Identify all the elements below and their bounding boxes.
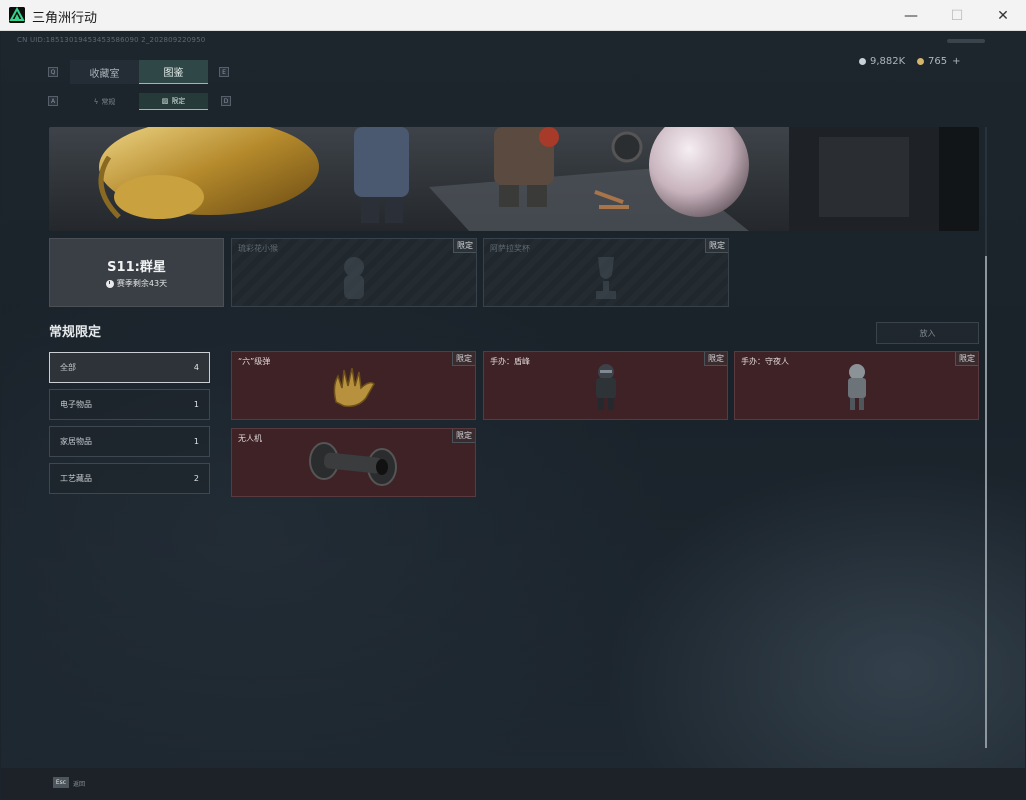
golden-hand-icon [333,367,375,408]
key-hint-q: Q [48,67,58,77]
add-currency-icon[interactable]: + [952,56,960,67]
close-button[interactable]: ✕ [980,0,1026,31]
category-electronics[interactable]: 电子物品 1 [49,389,210,420]
category-count: 4 [193,363,199,372]
window-title: 三角洲行动 [32,11,98,26]
limited-badge: 限定 [452,429,475,443]
category-household[interactable]: 家居物品 1 [49,426,210,457]
limited-badge: 限定 [453,239,476,253]
coin-icon [859,57,866,65]
tab-regular[interactable]: ϟ 常规 [70,93,139,110]
image-icon: ▨ [161,97,169,105]
tab-codex[interactable]: 图鉴 [139,60,208,84]
locked-item-card[interactable]: 阿萨拉奖杯 限定 [483,238,729,307]
currency-gold-value: 765 [928,55,948,67]
category-label: 工艺藏品 [60,474,92,483]
section-title: 常规限定 [49,325,102,340]
window-titlebar: 三角洲行动 — ☐ ✕ [0,0,1026,31]
game-viewport: CN UID:18513019453453586090 2_2028092209… [1,31,1025,799]
item-name: 手办：守夜人 [741,357,789,366]
category-count: 1 [193,437,199,446]
locked-item-name: 琉彩花小猴 [238,244,278,253]
category-count: 2 [193,474,199,483]
currency-gold[interactable]: 765 + [917,53,960,69]
gold-coin-icon [917,57,924,65]
season-banner-image [49,127,979,231]
drone-icon [308,442,397,486]
locked-item-card[interactable]: 琉彩花小猴 限定 [231,238,477,307]
minimize-button[interactable]: — [888,0,934,31]
limited-badge: 限定 [452,352,475,366]
currency-coins: 9,882K [859,53,905,69]
item-name: 无人机 [238,434,262,443]
tab-limited[interactable]: ▨ 限定 [139,93,208,110]
uid-label: CN UID:18513019453453586090 2_2028092209… [17,36,206,44]
put-in-button[interactable]: 放入 [876,322,979,344]
item-card[interactable]: “六”级弹 限定 [231,351,476,420]
category-count: 1 [193,400,199,409]
currency-coins-value: 9,882K [870,55,906,67]
app-logo-icon [9,7,25,23]
lightning-icon: ϟ [93,97,99,106]
tab-regular-label: 常规 [101,97,116,106]
topright-decor [947,39,985,43]
item-card[interactable]: 无人机 限定 [231,428,476,497]
key-hint-e: E [219,67,229,77]
item-card[interactable]: 手办：盾峰 限定 [483,351,728,420]
category-label: 家居物品 [60,437,92,446]
category-crafts[interactable]: 工艺藏品 2 [49,463,210,494]
bottom-bar: Esc 返回 [1,768,1025,799]
tab-collection-room[interactable]: 收藏室 [70,60,139,84]
locked-item-name: 阿萨拉奖杯 [490,244,530,253]
item-name: “六”级弹 [238,357,271,366]
clock-icon [105,279,114,288]
tab-limited-label: 限定 [171,97,186,105]
limited-badge: 限定 [705,239,728,253]
figure-icon [595,364,616,410]
category-label: 全部 [60,363,76,372]
back-label: 返回 [73,781,86,788]
category-all[interactable]: 全部 4 [49,352,210,383]
category-label: 电子物品 [60,400,92,409]
season-remaining-text: 赛季剩余43天 [116,279,168,288]
figure-icon [847,364,866,410]
key-hint-d: D [221,96,231,106]
item-card[interactable]: 手办：守夜人 限定 [734,351,979,420]
season-card[interactable]: S11:群星 赛季剩余43天 [49,238,224,307]
limited-badge: 限定 [955,352,978,366]
monkey-silhouette-icon [344,257,364,299]
maximize-button[interactable]: ☐ [934,0,980,31]
season-remaining: 赛季剩余43天 [105,278,168,289]
esc-key-button[interactable]: Esc [53,777,69,788]
item-name: 手办：盾峰 [490,357,530,366]
scrollbar-thumb[interactable] [985,256,987,748]
limited-badge: 限定 [704,352,727,366]
key-hint-a: A [48,96,58,106]
trophy-silhouette-icon [596,257,616,299]
season-title: S11:群星 [107,260,166,275]
